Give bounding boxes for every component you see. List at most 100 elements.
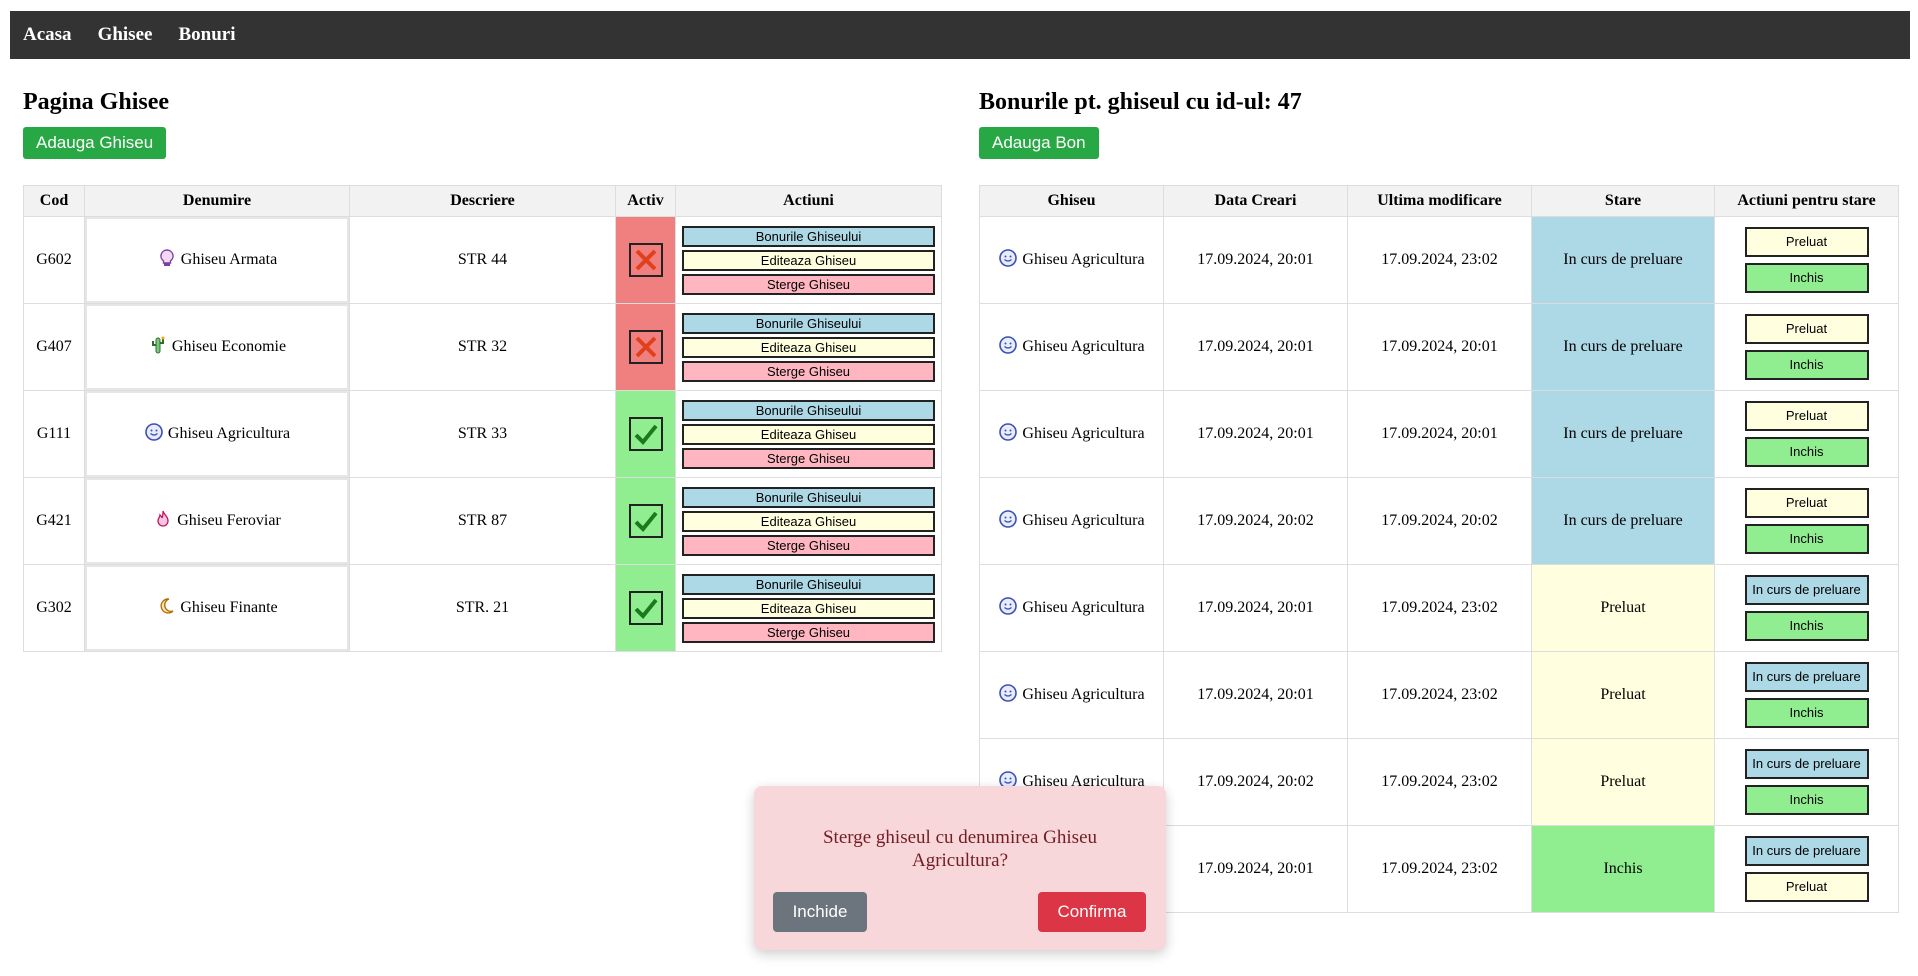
denumire-cell: Ghiseu Finante [84, 564, 350, 652]
bonuri-ghiseu-button[interactable]: Bonurile Ghiseului [682, 225, 935, 247]
delete-ghiseu-button[interactable]: Sterge Ghiseu [682, 534, 935, 556]
nav-link-acasa[interactable]: Acasa [23, 24, 72, 46]
activ-cell [615, 303, 676, 391]
activ-cell [615, 216, 676, 304]
table-row: G111 Ghiseu Agricultura STR 33 Bonurile Ghi… [23, 390, 942, 478]
smiley-icon [998, 248, 1018, 273]
ghiseu-text: Ghiseu Agricultura [1022, 686, 1145, 703]
set-state-button[interactable]: Inchis [1744, 350, 1869, 380]
column-header-stare: Stare [1531, 185, 1715, 217]
cod-cell: G111 [23, 390, 85, 478]
denumire-text: Ghiseu Feroviar [177, 512, 281, 529]
activ-cell [615, 564, 676, 652]
set-state-button[interactable]: Inchis [1744, 785, 1869, 815]
set-state-button[interactable]: Inchis [1744, 524, 1869, 554]
delete-ghiseu-button[interactable]: Sterge Ghiseu [682, 360, 935, 382]
add-ghiseu-button[interactable]: Adauga Ghiseu [23, 127, 167, 159]
table-row: G421 Ghiseu Feroviar STR 87 Bonurile Ghiseu… [23, 477, 942, 565]
delete-ghiseu-button[interactable]: Sterge Ghiseu [682, 447, 935, 469]
ghiseu-cell: Ghiseu Agricultura [979, 564, 1164, 652]
column-header-denumire: Denumire [84, 185, 350, 217]
column-header-descriere: Descriere [349, 185, 616, 217]
table-row: G602 Ghiseu Armata STR 44 Bonurile Ghiseulu… [23, 216, 942, 304]
ultima-modificare-cell: 17.09.2024, 20:01 [1347, 303, 1532, 391]
data-creare-cell: 17.09.2024, 20:01 [1163, 216, 1348, 304]
table-row: Ghiseu Agricultura 17.09.2024, 20:02 17.09… [979, 477, 1899, 565]
table-row: G302 Ghiseu Finante STR. 21 Bonurile Ghiseu… [23, 564, 942, 652]
smiley-icon [998, 509, 1018, 534]
stare-cell: Preluat [1531, 564, 1715, 652]
edit-ghiseu-button[interactable]: Editeaza Ghiseu [682, 249, 935, 271]
stare-actions-cell: Preluat Inchis [1714, 216, 1899, 304]
cod-cell: G302 [23, 564, 85, 652]
ultima-modificare-cell: 17.09.2024, 20:01 [1347, 390, 1532, 478]
set-state-button[interactable]: In curs de preluare [1744, 749, 1869, 779]
bonuri-ghiseu-button[interactable]: Bonurile Ghiseului [682, 486, 935, 508]
set-state-button[interactable]: Inchis [1744, 437, 1869, 467]
denumire-cell: Ghiseu Feroviar [84, 477, 350, 565]
bonuri-ghiseu-button[interactable]: Bonurile Ghiseului [682, 573, 935, 595]
ghisee-panel: Pagina Ghisee Adauga Ghiseu Cod Denumire… [23, 86, 942, 652]
set-state-button[interactable]: Inchis [1744, 698, 1869, 728]
stare-actions-cell: In curs de preluare Inchis [1714, 738, 1899, 826]
stare-actions-cell: Preluat Inchis [1714, 303, 1899, 391]
set-state-button[interactable]: In curs de preluare [1744, 662, 1869, 692]
smiley-icon [144, 422, 164, 447]
stare-cell: In curs de preluare [1531, 390, 1715, 478]
add-bon-button[interactable]: Adauga Bon [979, 127, 1099, 159]
column-header-activ: Activ [615, 185, 676, 217]
edit-ghiseu-button[interactable]: Editeaza Ghiseu [682, 597, 935, 619]
nav-link-bonuri[interactable]: Bonuri [178, 24, 235, 46]
table-row: Ghiseu Agricultura 17.09.2024, 20:0117.09… [979, 390, 1899, 478]
set-state-button[interactable]: In curs de preluare [1744, 836, 1869, 866]
set-state-button[interactable]: Preluat [1744, 401, 1869, 431]
stare-actions-cell: In curs de preluare Inchis [1714, 651, 1899, 739]
edit-ghiseu-button[interactable]: Editeaza Ghiseu [682, 510, 935, 532]
stare-cell: Preluat [1531, 651, 1715, 739]
ghiseu-cell: Ghiseu Agricultura [979, 477, 1164, 565]
set-state-button[interactable]: Preluat [1744, 872, 1869, 902]
table-header-row: Cod Denumire Descriere Activ Actiuni [23, 185, 942, 217]
smiley-icon [998, 335, 1018, 360]
nav-link-ghisee[interactable]: Ghisee [98, 24, 153, 46]
set-state-button[interactable]: Preluat [1744, 227, 1869, 257]
denumire-cell: Ghiseu Economie [84, 303, 350, 391]
denumire-text: Ghiseu Armata [180, 251, 278, 268]
bonuri-ghiseu-button[interactable]: Bonurile Ghiseului [682, 312, 935, 334]
descriere-cell: STR. 21 [349, 564, 616, 652]
cactus-icon [148, 335, 168, 360]
delete-ghiseu-button[interactable]: Sterge Ghiseu [682, 273, 935, 295]
set-state-button[interactable]: In curs de preluare [1744, 575, 1869, 605]
descriere-cell: STR 32 [349, 303, 616, 391]
bonuri-title: Bonurile pt. ghiseul cu id-ul: 47 [979, 89, 1302, 115]
edit-ghiseu-button[interactable]: Editeaza Ghiseu [682, 336, 935, 358]
bonuri-ghiseu-button[interactable]: Bonurile Ghiseului [682, 399, 935, 421]
check-icon [628, 591, 663, 625]
edit-ghiseu-button[interactable]: Editeaza Ghiseu [682, 423, 935, 445]
stare-cell: Preluat [1531, 738, 1715, 826]
close-button[interactable]: Inchide [773, 892, 867, 932]
ultima-modificare-cell: 17.09.2024, 23:02 [1347, 825, 1532, 913]
delete-confirm-modal: Sterge ghiseul cu denumirea Ghiseu Agric… [754, 786, 1166, 950]
denumire-text: Ghiseu Agricultura [167, 425, 291, 442]
data-creare-cell: 17.09.2024, 20:01 [1163, 651, 1348, 739]
confirm-button[interactable]: Confirma [1038, 892, 1146, 932]
column-header-actiuni-stare: Actiuni pentru stare [1714, 185, 1899, 217]
data-creare-cell: 17.09.2024, 20:02 [1163, 738, 1348, 826]
column-header-cod: Cod [23, 185, 85, 217]
table-row: Ghiseu Agricultura 17.09.2024, 20:0117.09… [979, 303, 1899, 391]
denumire-text: Ghiseu Economie [171, 338, 287, 355]
delete-ghiseu-button[interactable]: Sterge Ghiseu [682, 621, 935, 643]
data-creare-cell: 17.09.2024, 20:01 [1163, 825, 1348, 913]
ghiseu-text: Ghiseu Agricultura [1022, 425, 1145, 442]
ghiseu-text: Ghiseu Agricultura [1022, 338, 1145, 355]
set-state-button[interactable]: Preluat [1744, 314, 1869, 344]
ghiseu-cell: Ghiseu Agricultura [979, 390, 1164, 478]
set-state-button[interactable]: Preluat [1744, 488, 1869, 518]
column-header-data-creari: Data Creari [1163, 185, 1348, 217]
table-row: Ghiseu Agricultura 17.09.2024, 20:0117.09… [979, 564, 1899, 652]
set-state-button[interactable]: Inchis [1744, 611, 1869, 641]
data-creare-cell: 17.09.2024, 20:01 [1163, 390, 1348, 478]
ultima-modificare-cell: 17.09.2024, 23:02 [1347, 564, 1532, 652]
set-state-button[interactable]: Inchis [1744, 263, 1869, 293]
